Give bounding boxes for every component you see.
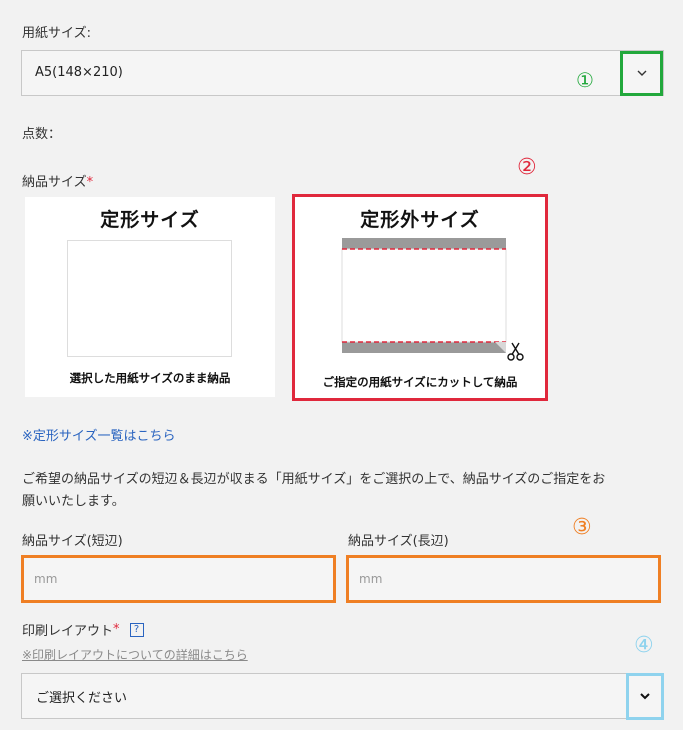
print-layout-details-link[interactable]: ※印刷レイアウトについての詳細はこちら [22, 646, 248, 663]
short-side-input[interactable]: mm [21, 555, 336, 603]
custom-size-option[interactable]: 定形外サイズ ご指定の用紙サイズにカットして納品 [292, 194, 548, 401]
help-icon[interactable]: ? [129, 622, 144, 637]
required-mark: * [113, 622, 120, 637]
callout-3: ③ [572, 515, 592, 540]
print-layout-chevron-button[interactable] [626, 673, 664, 720]
description-text: ご希望の納品サイズの短辺＆長辺が収まる「用紙サイズ」をご選択の上で、納品サイズの… [22, 472, 606, 509]
delivery-size-label: 納品サイズ* [22, 175, 94, 190]
paper-size-label: 用紙サイズ: [22, 26, 91, 41]
paper-size-select[interactable]: A5(148×210) [21, 50, 664, 96]
paper-size-value: A5(148×210) [35, 65, 123, 80]
callout-1: ① [576, 68, 594, 92]
chevron-down-icon [637, 70, 646, 76]
quantity-label: 点数： [22, 127, 62, 142]
custom-size-caption: ご指定の用紙サイズにカットして納品 [322, 375, 518, 389]
long-side-input[interactable]: mm [346, 555, 661, 603]
short-side-label: 納品サイズ(短辺) [22, 534, 123, 549]
standard-size-caption: 選択した用紙サイズのまま納品 [69, 371, 231, 385]
required-mark: * [86, 175, 94, 190]
print-layout-label: 印刷レイアウト * ? [22, 620, 144, 639]
cut-paper-illustration [341, 238, 507, 353]
print-layout-value: ご選択ください [36, 691, 128, 706]
standard-sizes-link[interactable]: ※定形サイズ一覧はこちら [22, 425, 176, 444]
callout-4: ④ [634, 633, 654, 658]
custom-size-title: 定形外サイズ [360, 209, 480, 231]
print-layout-select[interactable]: ご選択ください [21, 673, 664, 719]
long-side-label: 納品サイズ(長辺) [348, 534, 449, 549]
standard-size-title: 定形サイズ [100, 209, 200, 231]
standard-size-option[interactable]: 定形サイズ 選択した用紙サイズのまま納品 [25, 197, 275, 397]
chevron-down-icon [640, 693, 650, 700]
callout-2: ② [517, 155, 537, 180]
paper-illustration [67, 240, 232, 357]
paper-size-chevron-button[interactable] [620, 51, 663, 96]
scissors-icon [507, 342, 524, 361]
